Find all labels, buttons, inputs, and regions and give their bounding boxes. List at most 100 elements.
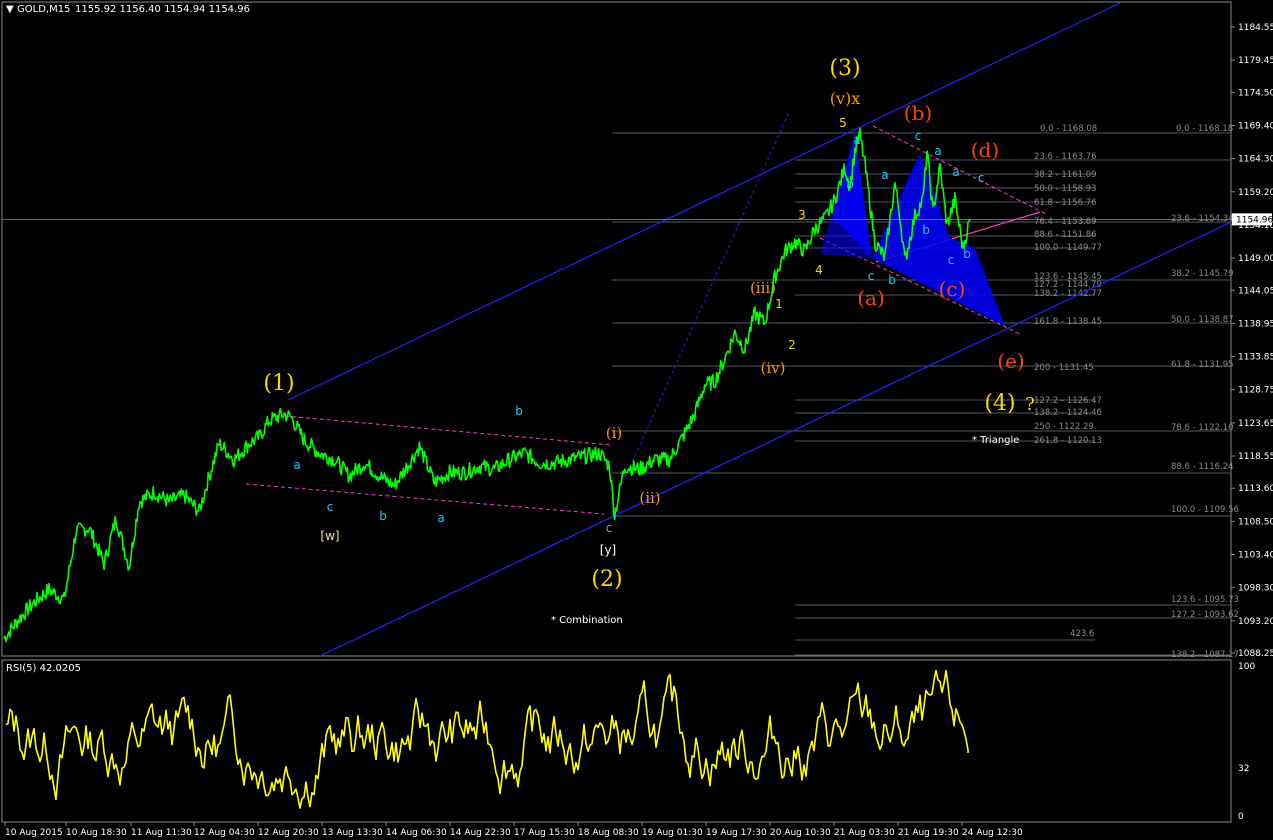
wave-label: 5 — [839, 116, 847, 130]
fib-level-label: 261.8 - 1120.13 — [1034, 436, 1102, 446]
wave-label: (b) — [904, 101, 932, 125]
symbol-label: GOLD,M15 — [17, 4, 70, 15]
rsi-tick-label: 32 — [1238, 764, 1249, 774]
triangle-annotation: * Triangle — [972, 435, 1019, 446]
combination-annotation: * Combination — [551, 615, 623, 626]
wave-label: (iv) — [761, 359, 786, 377]
price-tick-label: 1169.40 — [1238, 121, 1273, 131]
wave-label: (i) — [606, 424, 623, 442]
rsi-tick-label: 0 — [1238, 812, 1244, 822]
fib-level-label: 61.8 - 1131.95 — [1171, 360, 1234, 370]
fib-level-label: 138.2 - 1124.46 — [1034, 408, 1102, 418]
fib-level-label: 161.8 - 1138.45 — [1034, 317, 1102, 327]
wave-label: 1 — [775, 297, 783, 311]
time-tick-label: 12 Aug 20:30 — [258, 828, 319, 838]
time-tick-label: 13 Aug 13:30 — [322, 828, 383, 838]
current-price-label: 1154.96 — [1236, 215, 1273, 225]
time-tick-label: 19 Aug 17:30 — [706, 828, 767, 838]
price-tick-label: 1144.05 — [1238, 286, 1273, 296]
fib-level-label: 88.6 - 1151.86 — [1034, 230, 1097, 240]
price-tick-label: 1184.55 — [1238, 23, 1273, 33]
price-tick-label: 1164.30 — [1238, 155, 1273, 165]
wave-label: (iii) — [750, 279, 776, 297]
price-tick-label: 1113.60 — [1238, 484, 1273, 494]
wave-label: a — [952, 165, 959, 179]
price-tick-label: 1159.20 — [1238, 188, 1273, 198]
fib-level-label: 138.2 - 1087.17 — [1171, 650, 1239, 660]
fib-level-label: 50.0 - 1138.87 — [1171, 315, 1234, 325]
fib-level-label: 61.8 - 1156.76 — [1034, 198, 1097, 208]
wave-label: (c) — [939, 277, 966, 301]
time-tick-label: 14 Aug 06:30 — [386, 828, 447, 838]
time-tick-label: 14 Aug 22:30 — [450, 828, 511, 838]
wave-label: (d) — [971, 138, 999, 162]
fib-level-label: 250 - 1122.29 — [1034, 422, 1094, 432]
time-tick-label: 19 Aug 01:30 — [642, 828, 703, 838]
fib-level-label: 78.6 - 1122.10 — [1171, 423, 1234, 433]
wave-label: b — [963, 247, 971, 261]
time-tick-label: 17 Aug 15:30 — [514, 828, 575, 838]
fib-level-label: 127.2 - 1093.62 — [1171, 610, 1239, 620]
price-tick-label: 1123.65 — [1238, 419, 1273, 429]
wave-label: c — [978, 171, 985, 185]
time-tick-label: 10 Aug 18:30 — [66, 828, 127, 838]
time-tick-label: 21 Aug 19:30 — [898, 828, 959, 838]
wave-label: a — [437, 511, 444, 525]
time-tick-label: 20 Aug 10:30 — [770, 828, 831, 838]
wave-label: b — [515, 404, 523, 418]
fib-level-label: 76.4 - 1153.69 — [1034, 217, 1097, 227]
price-tick-label: 1128.75 — [1238, 386, 1273, 396]
fib-level-label: 123.6 - 1095.73 — [1171, 595, 1239, 605]
fib-level-label: 88.6 - 1116.24 — [1171, 462, 1234, 472]
price-tick-label: 1098.30 — [1238, 584, 1273, 594]
wave-label: (3) — [829, 56, 860, 81]
fib-level-label: 23.6 - 1163.76 — [1034, 152, 1097, 162]
time-tick-label: 11 Aug 11:30 — [131, 828, 192, 838]
price-tick-label: 1133.85 — [1238, 353, 1273, 363]
wave-label: c — [327, 500, 334, 514]
time-tick-label: 10 Aug 2015 — [5, 828, 63, 838]
wave-label: [y] — [600, 543, 616, 557]
price-tick-label: 1103.40 — [1238, 551, 1273, 561]
header-triangle-icon[interactable]: ▼ — [6, 4, 14, 15]
fib-level-label: 138.2 - 1142.77 — [1034, 289, 1102, 299]
wave-label: b — [922, 223, 930, 237]
wave-label: [w] — [320, 529, 339, 543]
wave-label: b — [379, 509, 387, 523]
fib-level-label: 127.2 - 1126.47 — [1034, 396, 1102, 406]
wave-label: b — [888, 273, 896, 287]
fib-level-label: 0.0 - 1168.08 — [1040, 124, 1097, 134]
price-tick-label: 1093.20 — [1238, 617, 1273, 627]
time-tick-label: 18 Aug 08:30 — [578, 828, 639, 838]
wave-label: (a) — [857, 286, 885, 310]
rsi-tick-label: 100 — [1238, 662, 1255, 672]
price-tick-label: 1179.45 — [1238, 56, 1273, 66]
rsi-label: RSI(5) 42.0205 — [6, 663, 81, 674]
wave-label: a — [853, 133, 860, 147]
wave-label: 4 — [815, 263, 823, 277]
wave-label: 2 — [788, 338, 796, 352]
wave-label: a — [934, 144, 941, 158]
chart-header: ▼ GOLD,M15 1155.92 1156.40 1154.94 1154.… — [6, 4, 250, 15]
wave-label: (2) — [591, 567, 622, 592]
wave-label: 3 — [798, 208, 806, 222]
wave-label: c — [948, 253, 955, 267]
wave-label: (v)x — [830, 89, 861, 108]
wave-label: (e) — [997, 349, 1024, 373]
ohlc-readout: 1155.92 1156.40 1154.94 1154.96 — [75, 4, 250, 15]
wave-label: c — [868, 269, 875, 283]
wave-label: (4) — [984, 391, 1015, 416]
fib-level-label: 423.6 — [1070, 629, 1094, 639]
time-tick-label: 21 Aug 03:30 — [834, 828, 895, 838]
fib-level-label: 100.0 - 1109.56 — [1171, 505, 1239, 515]
fib-level-label: 50.0 - 1158.93 — [1034, 184, 1097, 194]
wave-label: ? — [1025, 394, 1035, 415]
wave-label: (ii) — [639, 489, 660, 507]
wave-label: c — [915, 129, 922, 143]
time-tick-label: 24 Aug 12:30 — [962, 828, 1023, 838]
price-tick-label: 1174.50 — [1238, 88, 1273, 98]
wave-label: b — [846, 177, 854, 191]
fib-level-label: 200 - 1131.45 — [1034, 363, 1094, 373]
price-tick-label: 1108.50 — [1238, 517, 1273, 527]
price-tick-label: 1088.25 — [1238, 649, 1273, 659]
